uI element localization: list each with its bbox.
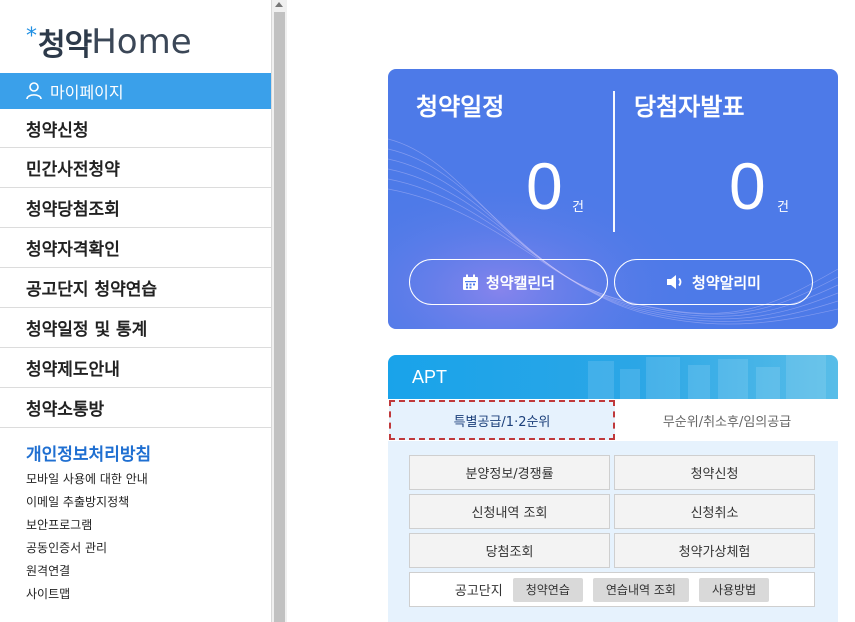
cancel-application-button[interactable]: 신청취소 [614, 494, 815, 529]
how-to-use-chip[interactable]: 사용방법 [698, 577, 770, 602]
apt-header: APT [388, 355, 838, 399]
tab-special-supply[interactable]: 특별공급/1·2순위 [389, 400, 615, 440]
winner-count: 0 [729, 149, 766, 223]
schedule-count-unit: 건 [572, 200, 584, 215]
scroll-up-arrow-icon[interactable] [275, 2, 283, 7]
alarm-button[interactable]: 청약알리미 [614, 259, 813, 305]
remote-link[interactable]: 원격연결 [26, 562, 148, 585]
sidebar-item-schedule-stats[interactable]: 청약일정 및 통계 [0, 308, 271, 348]
logo-english-text: Home [91, 22, 192, 62]
sidebar-menu: 마이페이지 청약신청 민간사전청약 청약당첨조회 청약자격확인 공고단지 청약연… [0, 73, 271, 428]
email-policy-link[interactable]: 이메일 추출방지정책 [26, 493, 148, 516]
logo-korean-text: 청약 [38, 28, 92, 63]
calendar-button-label: 청약캘린더 [485, 273, 555, 292]
calendar-button[interactable]: 청약캘린더 [409, 259, 608, 305]
apply-button[interactable]: 청약신청 [614, 455, 815, 490]
sidebar-item-mypage[interactable]: 마이페이지 [0, 73, 271, 109]
scroll-thumb[interactable] [274, 12, 285, 622]
building-pattern-decoration [588, 355, 826, 399]
security-program-link[interactable]: 보안프로그램 [26, 516, 148, 539]
sidebar-item-system-guide[interactable]: 청약제도안내 [0, 348, 271, 388]
application-history-button[interactable]: 신청내역 조회 [409, 494, 610, 529]
winning-inquiry-button[interactable]: 당첨조회 [409, 533, 610, 568]
sidebar-item-eligibility-check[interactable]: 청약자격확인 [0, 228, 271, 268]
sidebar-item-private-pre-subscription[interactable]: 민간사전청약 [0, 148, 271, 188]
sidebar-item-winning-inquiry[interactable]: 청약당첨조회 [0, 188, 271, 228]
sidebar-scrollbar[interactable] [271, 0, 287, 622]
privacy-policy-link[interactable]: 개인정보처리방침 [26, 440, 151, 465]
speaker-icon [666, 275, 682, 289]
schedule-count: 0 [526, 149, 563, 223]
sidebar: * 청약 Home 마이페이지 청약신청 민간사전청약 청약당첨조회 청약자격확… [0, 0, 271, 622]
sidebar-item-communication[interactable]: 청약소통방 [0, 388, 271, 428]
announced-complex-label: 공고단지 [454, 584, 503, 599]
apt-button-grid: 분양정보/경쟁률 청약신청 신청내역 조회 신청취소 당첨조회 청약가상체험 공… [409, 455, 815, 607]
calendar-icon [462, 274, 478, 290]
schedule-card: 청약일정 당첨자발표 0 건 0 건 청약캘린더 청약알리미 [388, 69, 838, 329]
apt-tabs: 특별공급/1·2순위 무순위/취소후/임의공급 [388, 399, 838, 441]
person-icon [26, 82, 42, 100]
practice-chip[interactable]: 청약연습 [512, 577, 583, 602]
footer-links: 모바일 사용에 대한 안내 이메일 추출방지정책 보안프로그램 공동인증서 관리… [26, 470, 148, 608]
sitemap-link[interactable]: 사이트맵 [26, 585, 148, 608]
sidebar-item-practice[interactable]: 공고단지 청약연습 [0, 268, 271, 308]
tab-unranked-supply[interactable]: 무순위/취소후/임의공급 [616, 399, 838, 441]
card-divider [613, 91, 615, 232]
alarm-button-label: 청약알리미 [691, 273, 761, 292]
site-logo[interactable]: * 청약 Home [26, 22, 192, 63]
schedule-title: 청약일정 [416, 93, 505, 121]
certificate-link[interactable]: 공동인증서 관리 [26, 539, 148, 562]
practice-history-chip[interactable]: 연습내역 조회 [592, 577, 689, 602]
apt-title: APT [412, 367, 448, 387]
logo-star-icon: * [26, 24, 37, 49]
sale-info-button[interactable]: 분양정보/경쟁률 [409, 455, 610, 490]
apt-card: APT 특별공급/1·2순위 무순위/취소후/임의공급 분양정보/경쟁률 청약신… [388, 355, 838, 622]
mobile-guide-link[interactable]: 모바일 사용에 대한 안내 [26, 470, 148, 493]
winner-count-unit: 건 [777, 200, 789, 215]
sidebar-item-label: 마이페이지 [50, 83, 124, 102]
winner-announcement-title: 당첨자발표 [634, 93, 745, 121]
announced-complex-row: 공고단지 청약연습 연습내역 조회 사용방법 [409, 572, 815, 607]
virtual-experience-button[interactable]: 청약가상체험 [614, 533, 815, 568]
sidebar-item-apply[interactable]: 청약신청 [0, 109, 271, 148]
